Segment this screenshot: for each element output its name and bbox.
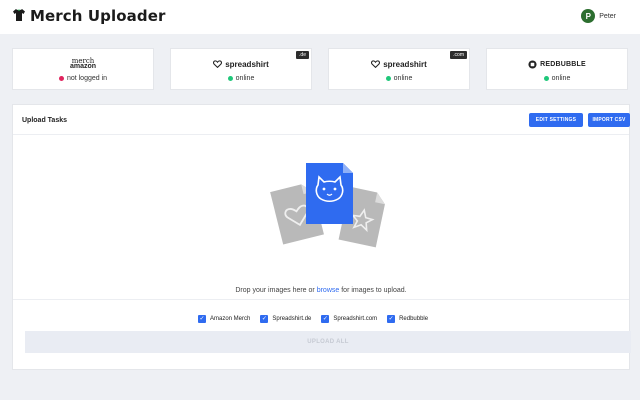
status-dot	[227, 76, 233, 81]
cat-file-icon	[306, 163, 353, 224]
app-header: Merch Uploader P Peter	[0, 0, 640, 34]
platform-card-spreadshirt-de[interactable]: .de spreadshirt online	[170, 48, 312, 90]
upload-panel-header: Upload Tasks EDIT SETTINGS IMPORT CSV	[13, 105, 630, 135]
checkbox-label: Spreadshirt.de	[272, 316, 312, 322]
platform-cards: merch amazon not logged in .de spreadshi…	[12, 48, 628, 90]
status-text: online	[235, 75, 255, 82]
platform-status: online	[227, 75, 255, 82]
checkbox-checked[interactable]: ✓	[387, 315, 396, 323]
platform-status: online	[543, 75, 571, 82]
browse-link[interactable]: browse	[317, 287, 340, 294]
spreadshirt-logo-text: spreadshirt	[383, 59, 427, 69]
avatar[interactable]: P	[581, 9, 596, 23]
amazon-merch-logo: merch amazon	[70, 56, 96, 72]
redbubble-logo-text: REDBUBBLE	[540, 60, 586, 68]
app-title: Merch Uploader	[30, 7, 166, 25]
spreadshirt-logo: spreadshirt	[371, 56, 427, 72]
upload-panel-footer: ✓ Amazon Merch ✓ Spreadshirt.de ✓ Spread…	[13, 299, 631, 371]
checkbox-checked[interactable]: ✓	[260, 315, 269, 323]
status-text: online	[393, 75, 413, 82]
heart-icon	[371, 60, 381, 68]
user-name[interactable]: Peter	[599, 13, 616, 20]
target-platform-checkboxes: ✓ Amazon Merch ✓ Spreadshirt.de ✓ Spread…	[198, 315, 428, 323]
region-badge: .com	[450, 51, 467, 59]
checkbox-label: Spreadshirt.com	[333, 316, 378, 322]
platform-status: not logged in	[58, 75, 108, 82]
upload-panel: Upload Tasks EDIT SETTINGS IMPORT CSV Dr…	[12, 104, 631, 371]
region-badge: .de	[296, 51, 309, 59]
upload-files-illustration	[270, 163, 385, 248]
user-menu[interactable]: P Peter	[581, 9, 616, 23]
status-text: not logged in	[66, 75, 108, 82]
checkbox-checked[interactable]: ✓	[198, 315, 206, 323]
import-csv-button[interactable]: IMPORT CSV	[588, 113, 630, 127]
platform-card-redbubble[interactable]: REDBUBBLE online	[486, 48, 628, 90]
spreadshirt-logo-text: spreadshirt	[225, 59, 269, 69]
upload-panel-title: Upload Tasks	[22, 117, 67, 124]
dropzone-text: Drop your images here or browse for imag…	[13, 287, 629, 294]
spreadshirt-logo: spreadshirt	[213, 56, 269, 72]
checkbox-label: Redbubble	[399, 316, 429, 322]
heart-icon	[213, 60, 223, 68]
platform-status: online	[385, 75, 413, 82]
status-dot	[385, 76, 391, 81]
target-amazon-merch[interactable]: ✓ Amazon Merch	[198, 315, 250, 323]
status-dot	[58, 76, 64, 81]
dropzone-text-after: for images to upload.	[339, 287, 407, 294]
status-dot	[543, 76, 549, 81]
checkbox-label: Amazon Merch	[210, 316, 251, 322]
target-spreadshirt-com[interactable]: ✓ Spreadshirt.com	[321, 315, 377, 323]
amazon-logo-line2: amazon	[69, 63, 97, 70]
image-dropzone[interactable]: Drop your images here or browse for imag…	[13, 136, 629, 299]
upload-all-button[interactable]: UPLOAD ALL	[25, 331, 631, 353]
target-spreadshirt-de[interactable]: ✓ Spreadshirt.de	[260, 315, 311, 323]
platform-card-amazon[interactable]: merch amazon not logged in	[12, 48, 154, 90]
status-text: online	[551, 75, 571, 82]
redbubble-icon	[528, 59, 537, 69]
dropzone-text-before: Drop your images here or	[235, 287, 317, 294]
tshirt-icon	[13, 9, 25, 21]
target-redbubble[interactable]: ✓ Redbubble	[387, 315, 428, 323]
edit-settings-button[interactable]: EDIT SETTINGS	[529, 113, 583, 127]
checkbox-checked[interactable]: ✓	[321, 315, 330, 323]
redbubble-logo: REDBUBBLE	[528, 56, 586, 72]
platform-card-spreadshirt-com[interactable]: .com spreadshirt online	[328, 48, 470, 90]
